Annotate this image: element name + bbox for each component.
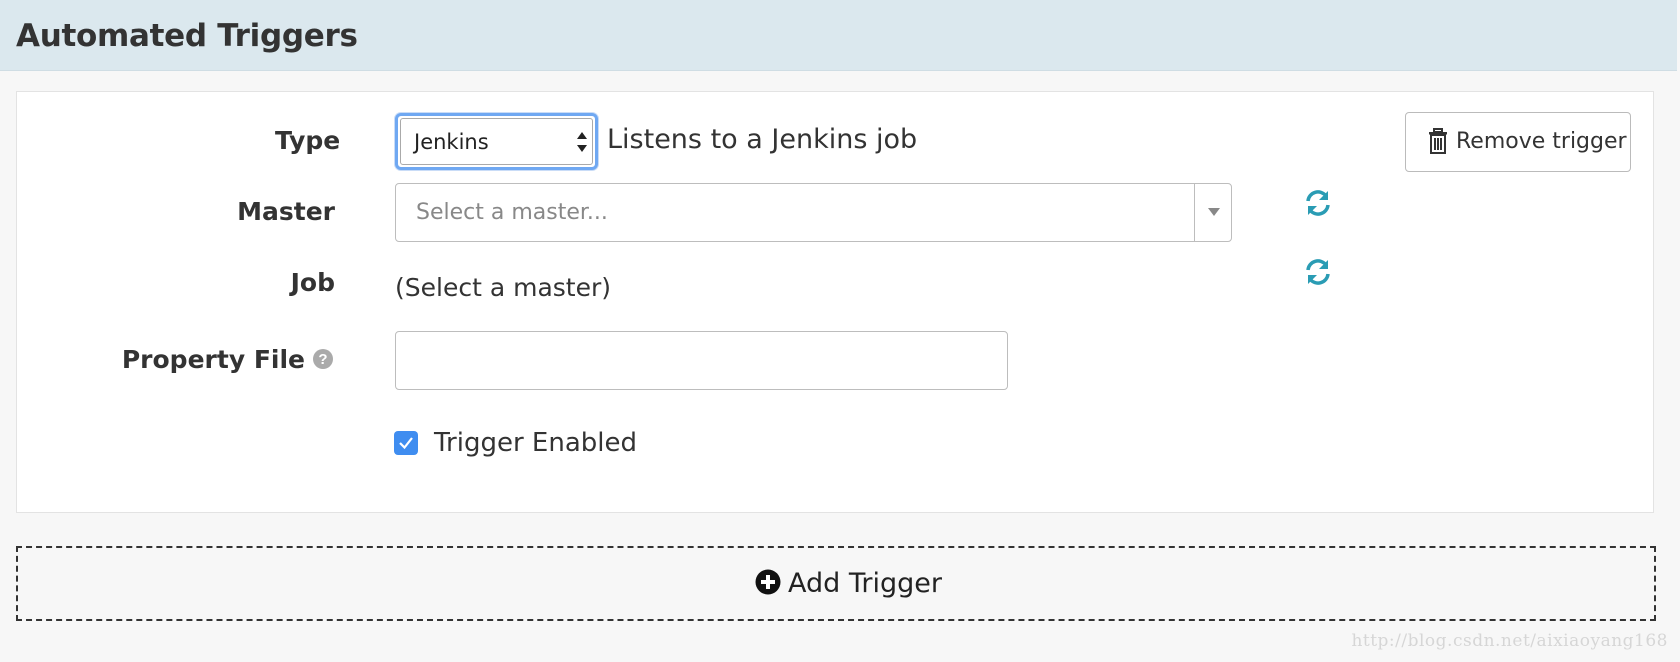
caret-down-icon[interactable] [1208, 208, 1220, 216]
master-placeholder: Select a master... [416, 200, 608, 225]
svg-text:?: ? [318, 351, 327, 368]
job-label: Job [290, 268, 335, 297]
type-label: Type [275, 126, 341, 155]
refresh-icon[interactable] [1304, 189, 1332, 217]
property-file-label: Property File [121, 345, 305, 374]
checkmark-icon [399, 437, 413, 450]
refresh-icon[interactable] [1304, 258, 1332, 286]
updown-arrows-icon [577, 132, 587, 152]
master-select[interactable]: Select a master... [395, 183, 1232, 242]
trigger-enabled-checkbox[interactable] [394, 431, 418, 455]
section-header: Automated Triggers [0, 0, 1677, 71]
plus-circle-icon [755, 569, 781, 595]
type-description: Listens to a Jenkins job [607, 124, 918, 155]
type-select-value: Jenkins [414, 130, 489, 154]
property-file-input[interactable] [395, 331, 1008, 390]
remove-trigger-button[interactable]: Remove trigger [1405, 112, 1631, 172]
trash-icon [1429, 128, 1447, 154]
section-title: Automated Triggers [16, 18, 358, 54]
add-trigger-label: Add Trigger [788, 568, 942, 599]
trigger-enabled-label[interactable]: Trigger Enabled [434, 428, 637, 458]
add-trigger-button[interactable]: Add Trigger [16, 546, 1656, 621]
remove-trigger-label: Remove trigger [1456, 129, 1627, 154]
type-select[interactable]: Jenkins [395, 113, 598, 170]
master-label: Master [237, 197, 335, 226]
help-icon[interactable]: ? [312, 348, 334, 370]
job-value: (Select a master) [395, 273, 612, 302]
watermark: http://blog.csdn.net/aixiaoyang168 [1351, 631, 1668, 651]
select-divider [1194, 184, 1195, 241]
